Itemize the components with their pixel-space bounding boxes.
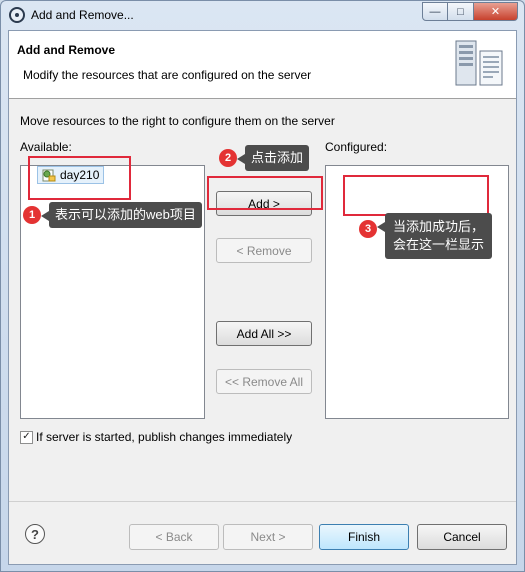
eclipse-icon — [9, 7, 25, 23]
annotation-badge-3: 3 — [359, 220, 377, 238]
dialog-body: Add and Remove Modify the resources that… — [8, 30, 517, 565]
annotation-callout-1: 表示可以添加的web项目 — [41, 202, 202, 228]
window-controls: — □ ✕ — [422, 2, 518, 21]
publish-checkbox[interactable]: ✓ — [20, 430, 33, 444]
highlight-configured-area — [343, 175, 489, 216]
configured-label: Configured: — [325, 140, 388, 154]
annotation-callout-3-line1: 当添加成功后， — [393, 219, 485, 234]
instruction-text: Move resources to the right to configure… — [20, 114, 335, 128]
dialog-window: Add and Remove... — □ ✕ Add and Remove M… — [0, 0, 525, 572]
highlight-add-button — [207, 176, 323, 210]
remove-all-button[interactable]: << Remove All — [216, 369, 312, 394]
finish-button[interactable]: Finish — [319, 524, 409, 550]
annotation-callout-3-line2: 会在这一栏显示 — [393, 237, 485, 252]
maximize-button[interactable]: □ — [448, 2, 474, 21]
highlight-available-item — [28, 156, 131, 200]
cancel-button[interactable]: Cancel — [417, 524, 507, 550]
dialog-header: Add and Remove Modify the resources that… — [9, 31, 516, 99]
window-title: Add and Remove... — [31, 8, 134, 22]
next-button[interactable]: Next > — [223, 524, 313, 550]
remove-button[interactable]: < Remove — [216, 238, 312, 263]
publish-checkbox-label: If server is started, publish changes im… — [36, 430, 293, 444]
annotation-callout-3: 当添加成功后， 会在这一栏显示 — [376, 213, 493, 259]
add-all-button[interactable]: Add All >> — [216, 321, 312, 346]
server-icon — [455, 40, 503, 86]
header-description: Modify the resources that are configured… — [23, 68, 312, 82]
footer-separator — [9, 501, 516, 502]
back-button[interactable]: < Back — [129, 524, 219, 550]
annotation-callout-2: 点击添加 — [236, 145, 310, 171]
available-label: Available: — [20, 140, 72, 154]
annotation-badge-2: 2 — [219, 149, 237, 167]
publish-checkbox-row[interactable]: ✓ If server is started, publish changes … — [20, 430, 292, 444]
close-button[interactable]: ✕ — [474, 2, 518, 21]
title-bar[interactable]: Add and Remove... — □ ✕ — [1, 1, 524, 29]
annotation-badge-1: 1 — [23, 206, 41, 224]
header-title: Add and Remove — [17, 43, 116, 57]
help-icon[interactable]: ? — [25, 524, 45, 544]
minimize-button[interactable]: — — [422, 2, 448, 21]
